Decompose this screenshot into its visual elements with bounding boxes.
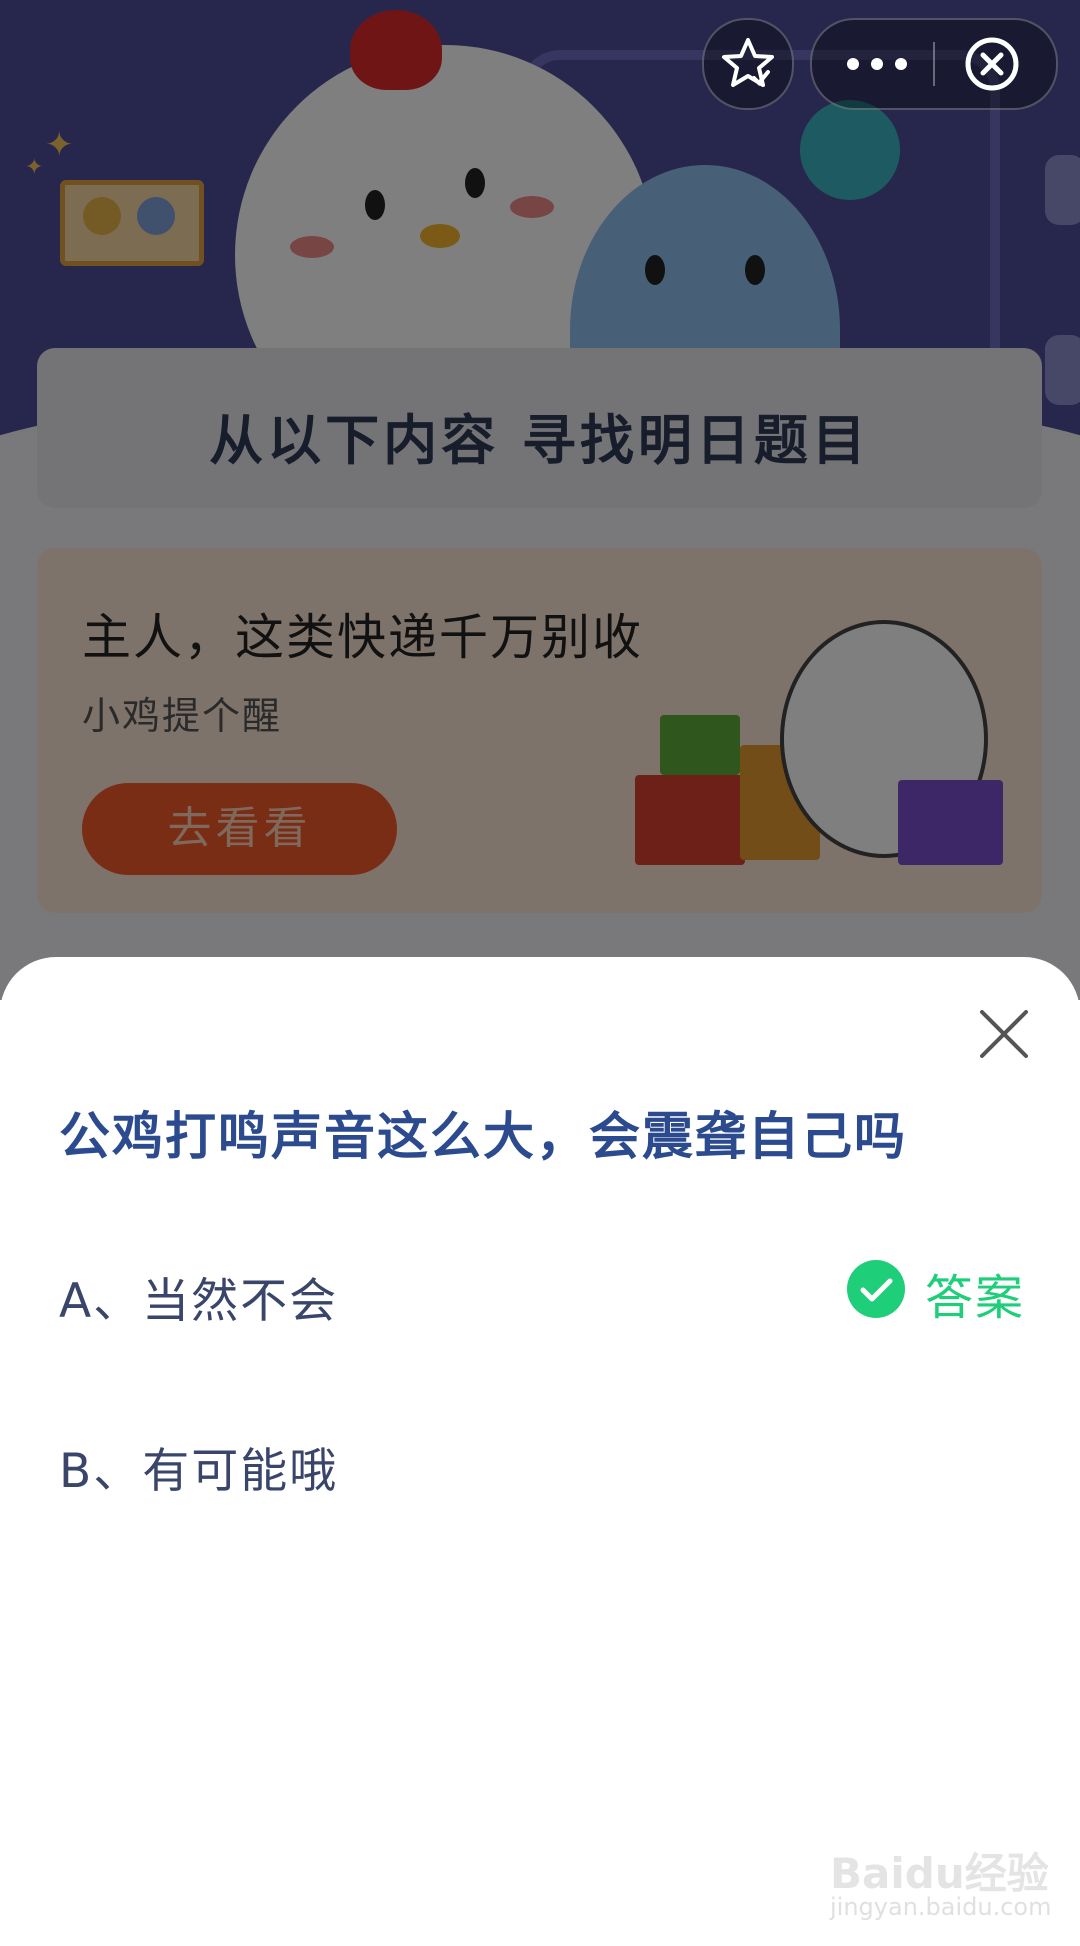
watermark-logo: Baidu经验 [830,1849,1049,1898]
favorite-button[interactable] [702,18,794,110]
option-b[interactable]: B、有可能哦 [59,1432,338,1501]
option-a[interactable]: A、当然不会 [59,1262,338,1331]
ellipsis-icon[interactable] [842,20,912,108]
capsule-menu [810,18,1058,110]
modal-backdrop[interactable] [0,0,1080,1000]
star-check-icon [722,38,774,87]
close-icon[interactable] [978,1008,1030,1060]
check-icon [847,1260,905,1318]
close-circle-icon[interactable] [962,34,1022,94]
quiz-question: 公鸡打鸣声音这么大，会震聋自己吗 [59,1108,908,1167]
answer-label: 答案 [925,1270,1026,1326]
watermark-url: jingyan.baidu.com [830,1893,1052,1921]
